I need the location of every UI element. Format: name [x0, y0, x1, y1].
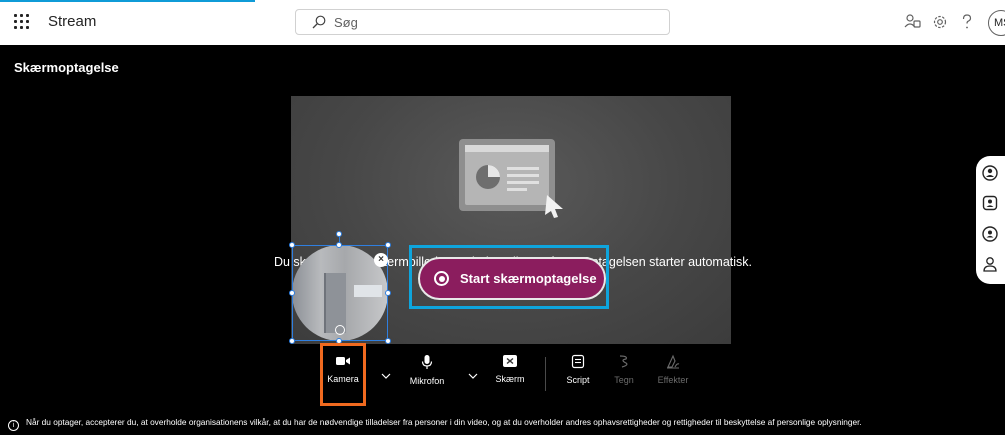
script-icon	[571, 354, 585, 369]
video-camera-icon	[336, 357, 350, 365]
microphone-button[interactable]: Mikrofon	[404, 352, 450, 398]
avatar[interactable]: MS	[988, 10, 1005, 36]
screen-label: Skærm	[495, 374, 525, 384]
help-icon[interactable]	[956, 11, 978, 33]
script-label: Script	[566, 375, 590, 385]
presentation-illustration-icon	[459, 139, 563, 218]
top-bar: Stream MS	[0, 0, 1005, 45]
draw-button: Tegn	[610, 352, 638, 398]
camera-label: Kamera	[327, 374, 359, 384]
search-input[interactable]	[334, 13, 654, 31]
layout-circle-icon[interactable]	[982, 226, 998, 242]
gear-icon[interactable]	[929, 11, 951, 33]
layout-square-icon[interactable]	[982, 195, 998, 211]
camera-options-chevron-icon[interactable]	[380, 370, 392, 382]
person-icon[interactable]	[982, 256, 998, 272]
camera-button[interactable]: Kamera	[322, 352, 364, 398]
resize-handle-tm[interactable]	[336, 242, 342, 248]
screen-share-icon	[503, 355, 517, 367]
rotate-handle[interactable]	[336, 231, 342, 237]
pen-icon	[619, 355, 628, 368]
resize-handle-bl[interactable]	[289, 338, 295, 344]
draw-label: Tegn	[614, 375, 634, 385]
record-icon	[434, 271, 449, 286]
microphone-options-chevron-icon[interactable]	[467, 370, 479, 382]
loading-accent-bar	[0, 0, 255, 2]
app-launcher-icon[interactable]	[14, 14, 30, 30]
switch-camera-icon[interactable]	[335, 325, 345, 335]
resize-handle-ml[interactable]	[289, 290, 295, 296]
toolbar-divider	[545, 357, 546, 391]
effects-button: Effekter	[652, 352, 694, 398]
microphone-icon	[421, 355, 433, 369]
search-box[interactable]	[295, 9, 670, 35]
side-panel	[976, 156, 1005, 284]
effects-icon	[667, 354, 680, 369]
close-preview-icon[interactable]: ×	[374, 253, 388, 267]
resize-handle-mr[interactable]	[385, 290, 391, 296]
start-recording-button[interactable]: Start skærmoptagelse	[418, 257, 606, 300]
page-title: Skærmoptagelse	[14, 60, 119, 75]
effects-label: Effekter	[657, 375, 689, 385]
screen-button[interactable]: Skærm	[492, 352, 528, 398]
terms-notice-text: Når du optager, accepterer du, at overho…	[26, 417, 862, 427]
search-icon	[312, 15, 326, 29]
app-name[interactable]: Stream	[48, 13, 96, 30]
script-button[interactable]: Script	[562, 352, 594, 398]
terms-notice: i Når du optager, accepterer du, at overh…	[8, 417, 1005, 431]
microphone-label: Mikrofon	[409, 376, 445, 386]
info-icon: i	[8, 420, 19, 431]
resize-handle-br[interactable]	[385, 338, 391, 344]
start-recording-label: Start skærmoptagelse	[460, 271, 597, 286]
people-share-icon[interactable]	[902, 11, 924, 33]
resize-handle-tl[interactable]	[289, 242, 295, 248]
layout-full-icon[interactable]	[982, 165, 998, 181]
resize-handle-tr[interactable]	[385, 242, 391, 248]
